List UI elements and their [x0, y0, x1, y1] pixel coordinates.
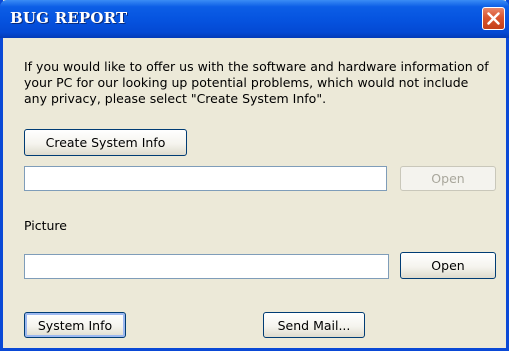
- system-info-button[interactable]: System Info: [24, 312, 126, 338]
- bug-report-window: BUG REPORT If you would like to offer us…: [0, 0, 509, 351]
- picture-label: Picture: [24, 218, 67, 233]
- close-icon: [487, 12, 500, 25]
- system-info-open-button[interactable]: Open: [400, 166, 496, 191]
- picture-path-field[interactable]: [24, 254, 389, 279]
- system-info-path-field[interactable]: [24, 166, 387, 191]
- close-button[interactable]: [482, 7, 505, 30]
- description-text: If you would like to offer us with the s…: [24, 59, 489, 106]
- send-mail-button[interactable]: Send Mail...: [263, 312, 365, 338]
- window-title: BUG REPORT: [10, 9, 128, 27]
- title-bar[interactable]: BUG REPORT: [0, 0, 509, 38]
- picture-open-button[interactable]: Open: [400, 252, 496, 279]
- create-system-info-button[interactable]: Create System Info: [24, 129, 187, 156]
